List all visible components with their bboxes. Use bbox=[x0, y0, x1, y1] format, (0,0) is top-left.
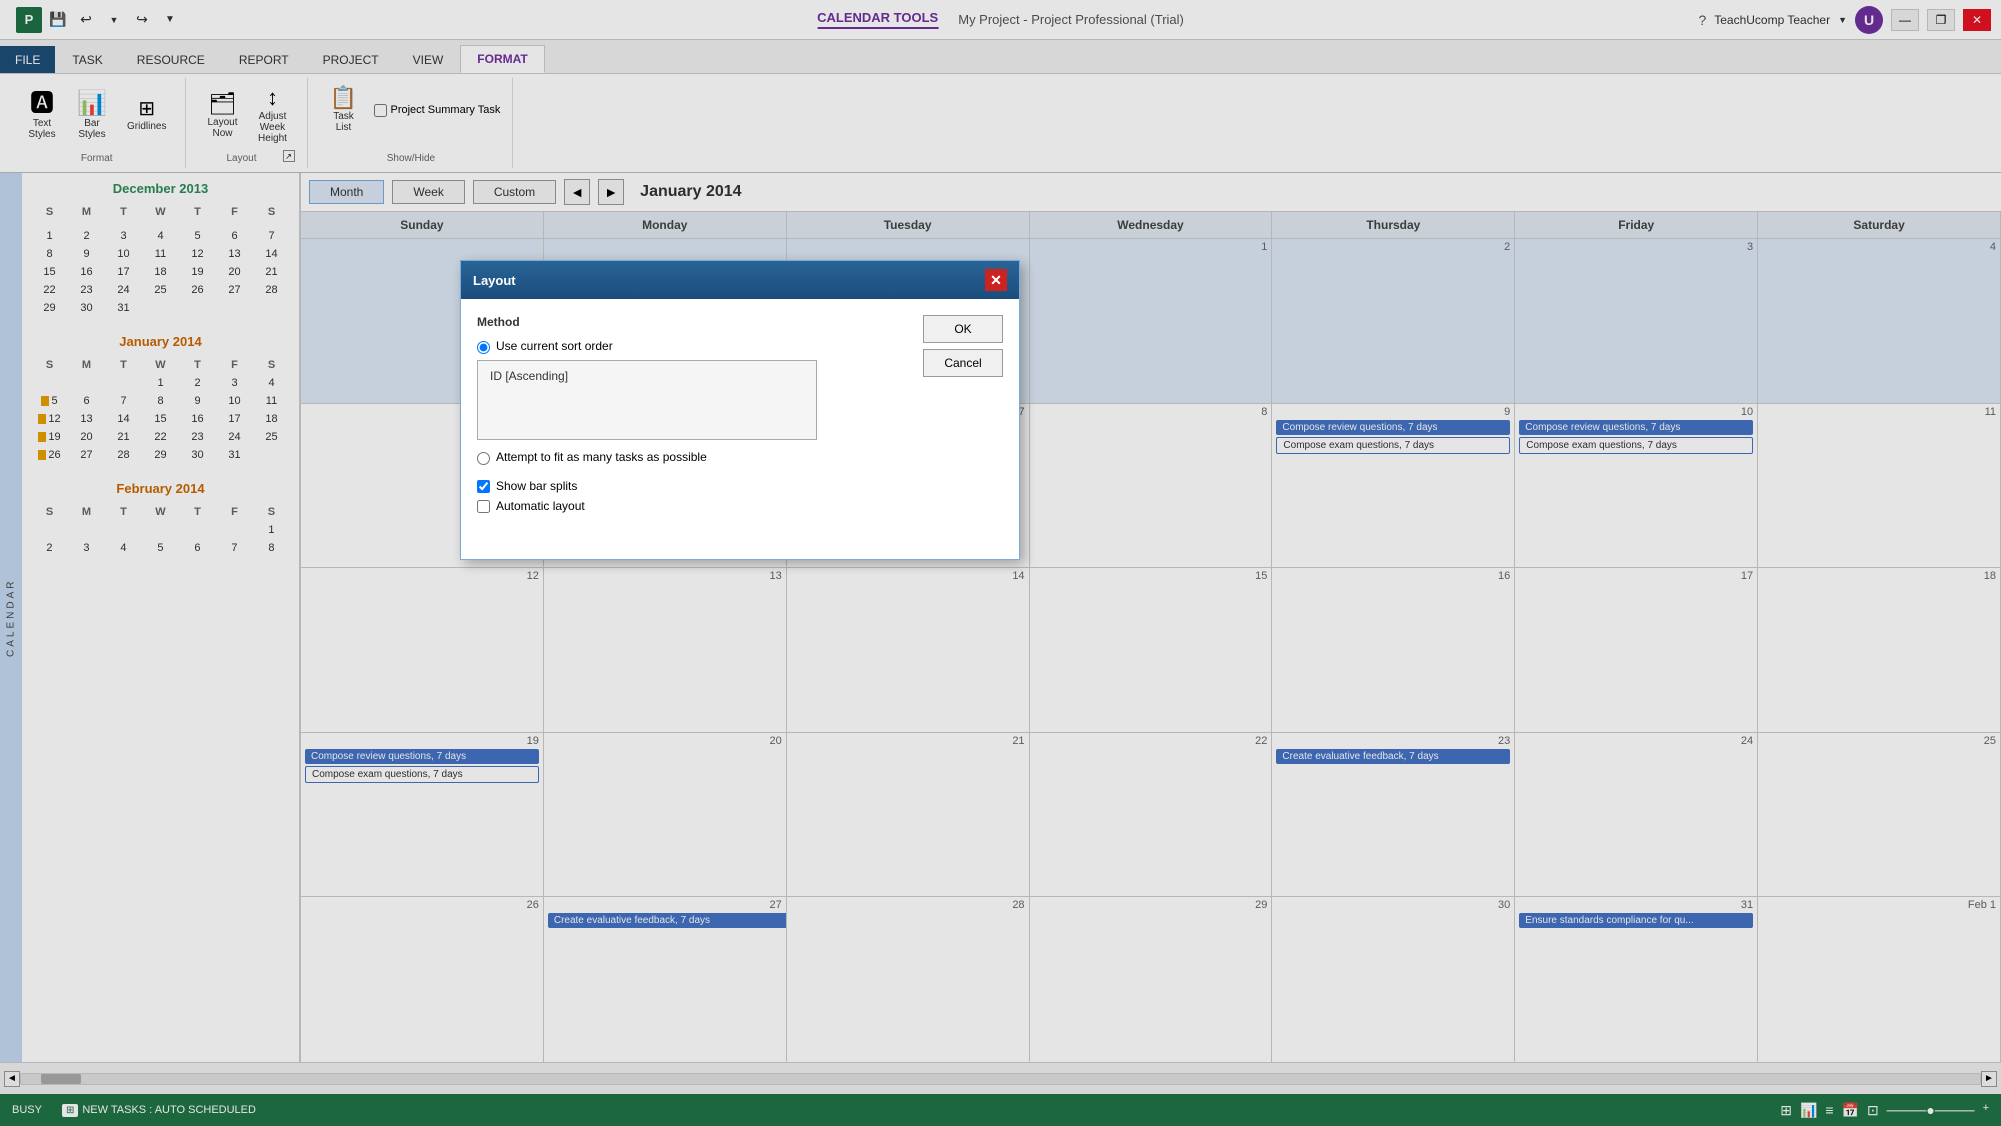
layout-dialog: Layout ✕ Method Use current sort order I… bbox=[460, 260, 1020, 560]
dialog-close-button[interactable]: ✕ bbox=[985, 269, 1007, 291]
sort-list: ID [Ascending] bbox=[477, 360, 817, 440]
method-label: Method bbox=[477, 315, 911, 329]
dialog-overlay: Layout ✕ Method Use current sort order I… bbox=[0, 0, 2001, 1126]
radio-fit-tasks: Attempt to fit as many tasks as possible bbox=[477, 450, 911, 465]
automatic-layout-option: Automatic layout bbox=[477, 499, 911, 513]
radio-use-current-sort: Use current sort order bbox=[477, 339, 911, 354]
ok-button[interactable]: OK bbox=[923, 315, 1003, 343]
dialog-content-row: Method Use current sort order ID [Ascend… bbox=[477, 315, 1003, 519]
radio-fit-tasks-label: Attempt to fit as many tasks as possible bbox=[496, 450, 707, 464]
dialog-left-section: Method Use current sort order ID [Ascend… bbox=[477, 315, 911, 519]
cancel-button[interactable]: Cancel bbox=[923, 349, 1003, 377]
dialog-body: Method Use current sort order ID [Ascend… bbox=[461, 299, 1019, 535]
show-bar-splits-checkbox[interactable] bbox=[477, 480, 490, 493]
show-bar-splits-label: Show bar splits bbox=[496, 479, 577, 493]
radio-use-current-sort-input[interactable] bbox=[477, 341, 490, 354]
show-bar-splits-option: Show bar splits bbox=[477, 479, 911, 493]
automatic-layout-label: Automatic layout bbox=[496, 499, 585, 513]
dialog-right-section: OK Cancel bbox=[923, 315, 1003, 519]
dialog-title: Layout bbox=[473, 273, 516, 288]
checkboxes-section: Show bar splits Automatic layout bbox=[477, 479, 911, 513]
dialog-title-bar: Layout ✕ bbox=[461, 261, 1019, 299]
automatic-layout-checkbox[interactable] bbox=[477, 500, 490, 513]
radio-use-current-sort-label: Use current sort order bbox=[496, 339, 613, 353]
radio-fit-tasks-input[interactable] bbox=[477, 452, 490, 465]
